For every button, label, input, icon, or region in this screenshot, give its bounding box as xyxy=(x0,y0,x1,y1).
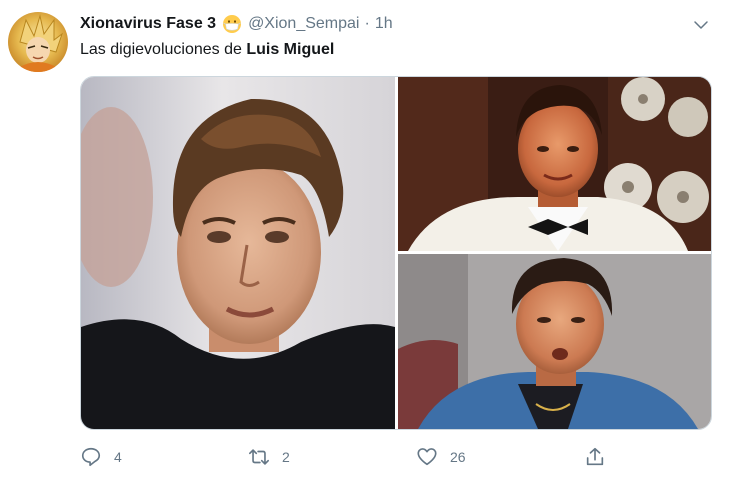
retweet-icon xyxy=(249,449,269,465)
photo-tuxedo-man[interactable] xyxy=(398,77,711,251)
tweet-header: Xionavirus Fase 3 @Xion_Sempai · 1h xyxy=(80,12,393,36)
reply-count: 4 xyxy=(114,449,122,465)
tweet-card[interactable]: Xionavirus Fase 3 @Xion_Sempai · 1h Las … xyxy=(0,0,730,482)
media-grid xyxy=(80,76,712,430)
tweet-text: Las digievoluciones de Luis Miguel xyxy=(80,41,334,59)
author-handle[interactable]: @Xion_Sempai xyxy=(248,15,359,33)
tweet-timestamp[interactable]: 1h xyxy=(375,15,393,33)
tweet-text-prefix: Las digievoluciones de xyxy=(80,41,247,58)
like-count: 26 xyxy=(450,449,466,465)
retweet-count: 2 xyxy=(282,449,290,465)
reply-button[interactable]: 4 xyxy=(80,442,122,472)
retweet-button[interactable]: 2 xyxy=(248,442,290,472)
photo-older-man[interactable] xyxy=(398,254,711,429)
avatar[interactable] xyxy=(8,12,68,72)
chevron-down-icon xyxy=(694,21,708,29)
reply-icon xyxy=(81,447,101,467)
more-options-button[interactable] xyxy=(690,14,712,36)
photo-young-man[interactable] xyxy=(81,77,395,429)
separator-dot: · xyxy=(364,15,370,32)
tweet-actions: 4 2 26 xyxy=(80,442,712,472)
heart-icon xyxy=(417,448,437,466)
face-with-medical-mask-emoji xyxy=(222,14,242,34)
share-button[interactable] xyxy=(584,442,606,472)
display-name[interactable]: Xionavirus Fase 3 xyxy=(80,15,216,33)
like-button[interactable]: 26 xyxy=(416,442,466,472)
share-icon xyxy=(586,447,604,466)
tweet-text-bold[interactable]: Luis Miguel xyxy=(246,41,334,58)
